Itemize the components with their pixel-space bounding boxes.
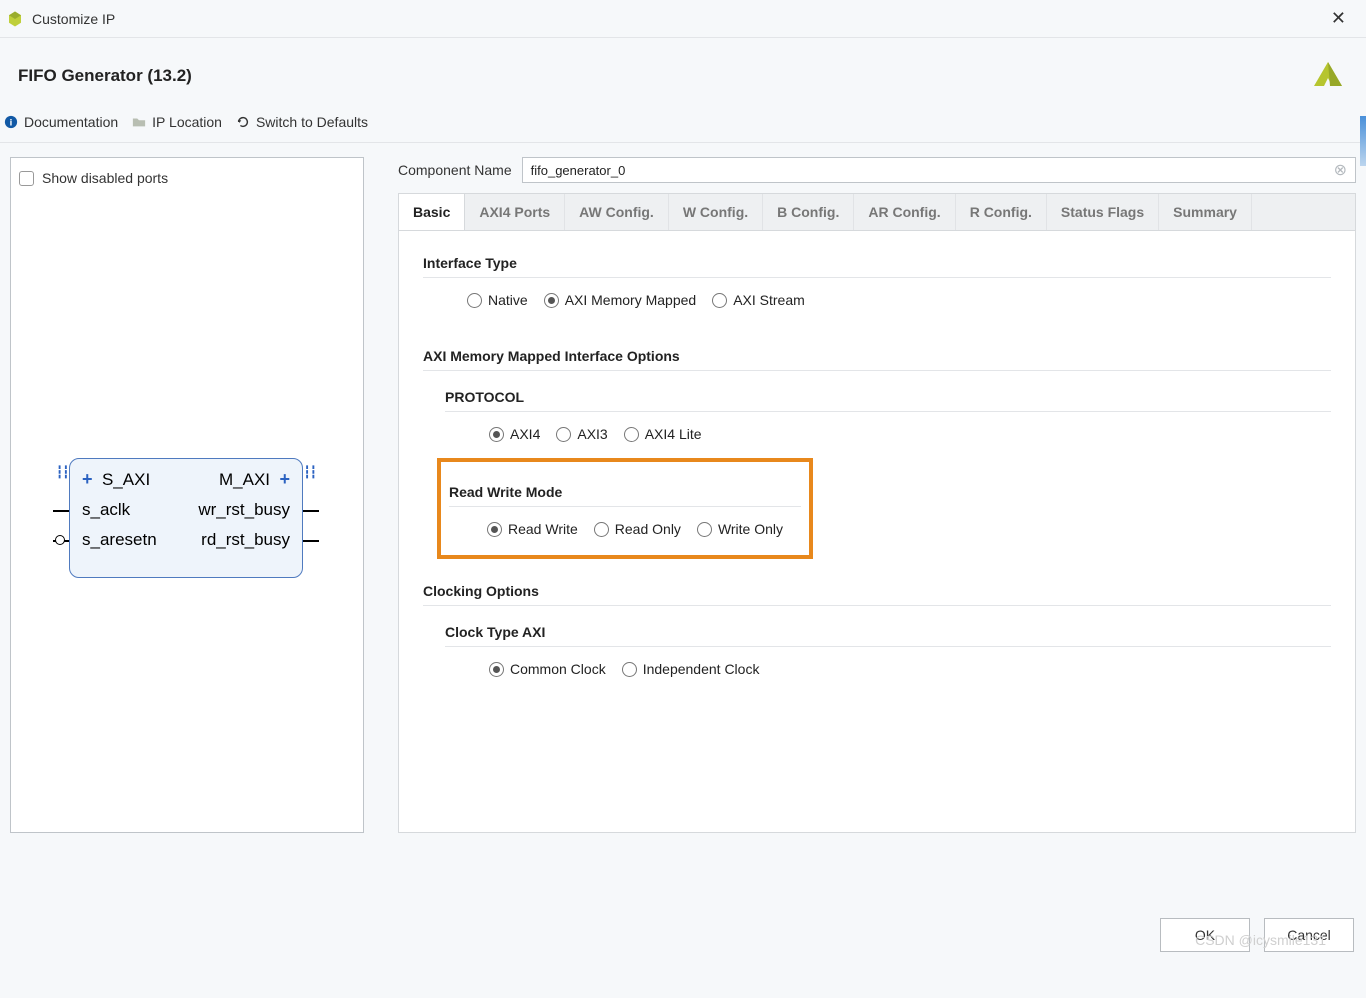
radio-axi3[interactable]: AXI3 xyxy=(556,426,607,442)
tab-ar-config[interactable]: AR Config. xyxy=(854,194,955,230)
switch-defaults-link[interactable]: Switch to Defaults xyxy=(236,114,368,130)
radio-common-clock[interactable]: Common Clock xyxy=(489,661,606,677)
page-title: FIFO Generator (13.2) xyxy=(18,66,192,86)
tab-aw-config[interactable]: AW Config. xyxy=(565,194,669,230)
bus-decor-icon: ┇┇ xyxy=(56,465,68,479)
tab-status-flags[interactable]: Status Flags xyxy=(1047,194,1159,230)
interface-type-title: Interface Type xyxy=(423,255,1331,278)
ip-location-label: IP Location xyxy=(152,114,222,130)
port-m-axi: M_AXI xyxy=(219,470,270,489)
tab-summary[interactable]: Summary xyxy=(1159,194,1252,230)
radio-read-write[interactable]: Read Write xyxy=(487,521,578,537)
refresh-icon xyxy=(236,115,250,129)
radio-axi-mm[interactable]: AXI Memory Mapped xyxy=(544,292,697,308)
config-tabs: Basic AXI4 Ports AW Config. W Config. B … xyxy=(398,193,1356,230)
component-name-input[interactable]: fifo_generator_0 ⊗ xyxy=(522,157,1356,183)
info-icon: i xyxy=(4,115,18,129)
bus-decor-icon: ┇┇ xyxy=(304,465,316,479)
tab-w-config[interactable]: W Config. xyxy=(669,194,763,230)
ok-button[interactable]: OK xyxy=(1160,918,1250,952)
config-body: Interface Type Native AXI Memory Mapped … xyxy=(398,230,1356,833)
axi-mm-options-title: AXI Memory Mapped Interface Options xyxy=(423,348,1331,371)
port-wr-rst-busy: wr_rst_busy xyxy=(198,500,290,520)
rw-mode-highlight: Read Write Mode Read Write Read Only Wri… xyxy=(437,458,813,559)
radio-read-only[interactable]: Read Only xyxy=(594,521,681,537)
radio-axi4-lite[interactable]: AXI4 Lite xyxy=(624,426,702,442)
component-name-label: Component Name xyxy=(398,162,512,178)
cancel-button[interactable]: Cancel xyxy=(1264,918,1354,952)
show-disabled-checkbox[interactable] xyxy=(19,171,34,186)
port-s-aresetn: s_aresetn xyxy=(82,530,157,550)
rw-mode-title: Read Write Mode xyxy=(449,484,801,507)
radio-axi-stream[interactable]: AXI Stream xyxy=(712,292,805,308)
app-icon xyxy=(6,10,24,28)
ip-preview-pane: Show disabled ports ┇┇ ┇┇ + S_AXI M_AXI … xyxy=(10,157,364,833)
tab-b-config[interactable]: B Config. xyxy=(763,194,854,230)
tab-r-config[interactable]: R Config. xyxy=(956,194,1047,230)
edge-decor xyxy=(1360,116,1366,166)
port-s-aclk: s_aclk xyxy=(82,500,130,520)
wire-icon xyxy=(53,510,69,512)
tab-axi4-ports[interactable]: AXI4 Ports xyxy=(465,194,565,230)
protocol-title: PROTOCOL xyxy=(445,389,1331,412)
close-icon[interactable]: ✕ xyxy=(1325,6,1352,31)
documentation-label: Documentation xyxy=(24,114,118,130)
port-s-axi: S_AXI xyxy=(102,470,150,489)
radio-native[interactable]: Native xyxy=(467,292,528,308)
radio-write-only[interactable]: Write Only xyxy=(697,521,783,537)
clock-type-title: Clock Type AXI xyxy=(445,624,1331,647)
wire-icon xyxy=(303,510,319,512)
component-name-value: fifo_generator_0 xyxy=(531,163,626,178)
wire-icon xyxy=(303,540,319,542)
folder-icon xyxy=(132,115,146,129)
radio-independent-clock[interactable]: Independent Clock xyxy=(622,661,760,677)
clocking-options-title: Clocking Options xyxy=(423,583,1331,606)
svg-text:i: i xyxy=(10,118,13,129)
radio-axi4[interactable]: AXI4 xyxy=(489,426,540,442)
ip-block-symbol: ┇┇ ┇┇ + S_AXI M_AXI + s_aclk wr_rst_busy… xyxy=(69,458,303,578)
clear-icon[interactable]: ⊗ xyxy=(1334,160,1347,180)
invert-bubble-icon xyxy=(55,535,65,545)
port-rd-rst-busy: rd_rst_busy xyxy=(201,530,290,550)
switch-defaults-label: Switch to Defaults xyxy=(256,114,368,130)
ip-location-link[interactable]: IP Location xyxy=(132,114,222,130)
window-title: Customize IP xyxy=(32,11,115,27)
show-disabled-label: Show disabled ports xyxy=(42,170,168,186)
tab-basic[interactable]: Basic xyxy=(399,194,465,230)
documentation-link[interactable]: i Documentation xyxy=(4,114,118,130)
vendor-logo-icon xyxy=(1308,58,1348,94)
